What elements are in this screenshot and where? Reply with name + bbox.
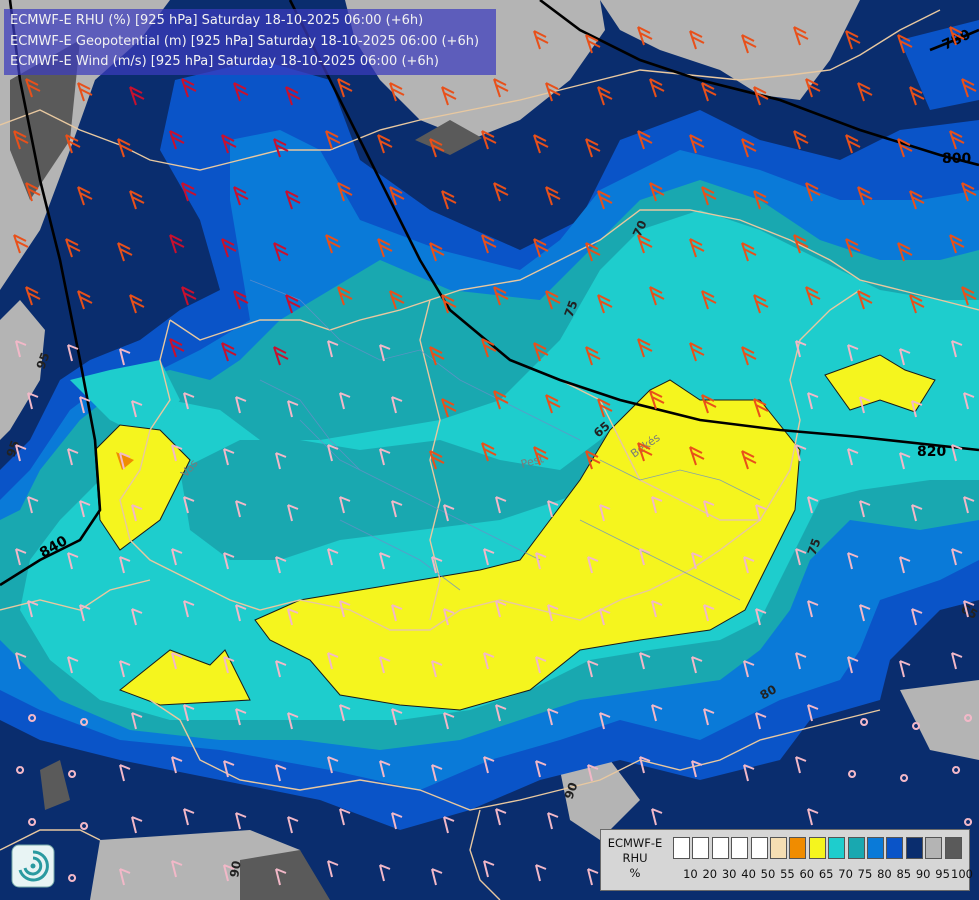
rhu-title-line: ECMWF-E RHU (%) [925 hPa] Saturday 18-10… [10,13,424,28]
legend-title: ECMWF-E RHU % [601,836,669,881]
legend-swatch [808,837,826,859]
legend-swatch [847,837,865,859]
ecmwf-logo-icon [11,844,55,888]
legend-tick: 30 [721,867,737,881]
geopotential-label: 800 [942,151,971,167]
legend-swatch [731,837,749,859]
legend-unit-label: % [629,866,641,880]
legend-swatch [692,837,710,859]
legend-tick: 60 [799,867,815,881]
legend-tick: 55 [780,867,795,881]
legend-tick: 65 [818,867,834,881]
legend-swatch [828,837,846,859]
legend-swatch [750,837,768,859]
geopotential-label: 820 [917,444,946,460]
legend-tick: 90 [915,867,931,881]
legend-swatch [789,837,807,859]
legend-swatch [944,837,962,859]
legend-swatch [673,837,690,859]
legend-tick: 100 [951,867,973,881]
legend-model-label: ECMWF-E [607,836,663,850]
legend-swatch [925,837,943,859]
legend-tick: 85 [896,867,912,881]
legend-tick: 10 [683,867,698,881]
map-title-box: ECMWF-E RHU (%) [925 hPa] Saturday 18-10… [4,9,496,75]
legend-swatch [770,837,787,859]
legend-tick: 70 [838,867,853,881]
geopotential-title-line: ECMWF-E Geopotential (m) [925 hPa] Satur… [10,33,480,49]
legend-tick: 40 [741,867,756,881]
legend-tick: 75 [857,867,873,881]
legend-swatch [886,837,904,859]
legend-variable-label: RHU [622,851,648,865]
legend-swatch [711,837,729,859]
legend-swatch [905,837,923,859]
legend-tick: 50 [760,867,776,881]
legend-tick: 20 [702,867,718,881]
rhu-contour-label: 90 [227,860,244,879]
wind-title-line: ECMWF-E Wind (m/s) [925 hPa] Saturday 18… [10,54,439,69]
legend-tick: 95 [935,867,950,881]
colorbar-legend: ECMWF-E RHU % 10 20 30 40 50 55 60 65 70 75 80 85 90… [600,829,973,891]
weather-map: 840 820 800 780 70 75 65 80 75 65 90 95 … [0,0,979,900]
legend-swatch [867,837,884,859]
legend-tick: 80 [877,867,892,881]
